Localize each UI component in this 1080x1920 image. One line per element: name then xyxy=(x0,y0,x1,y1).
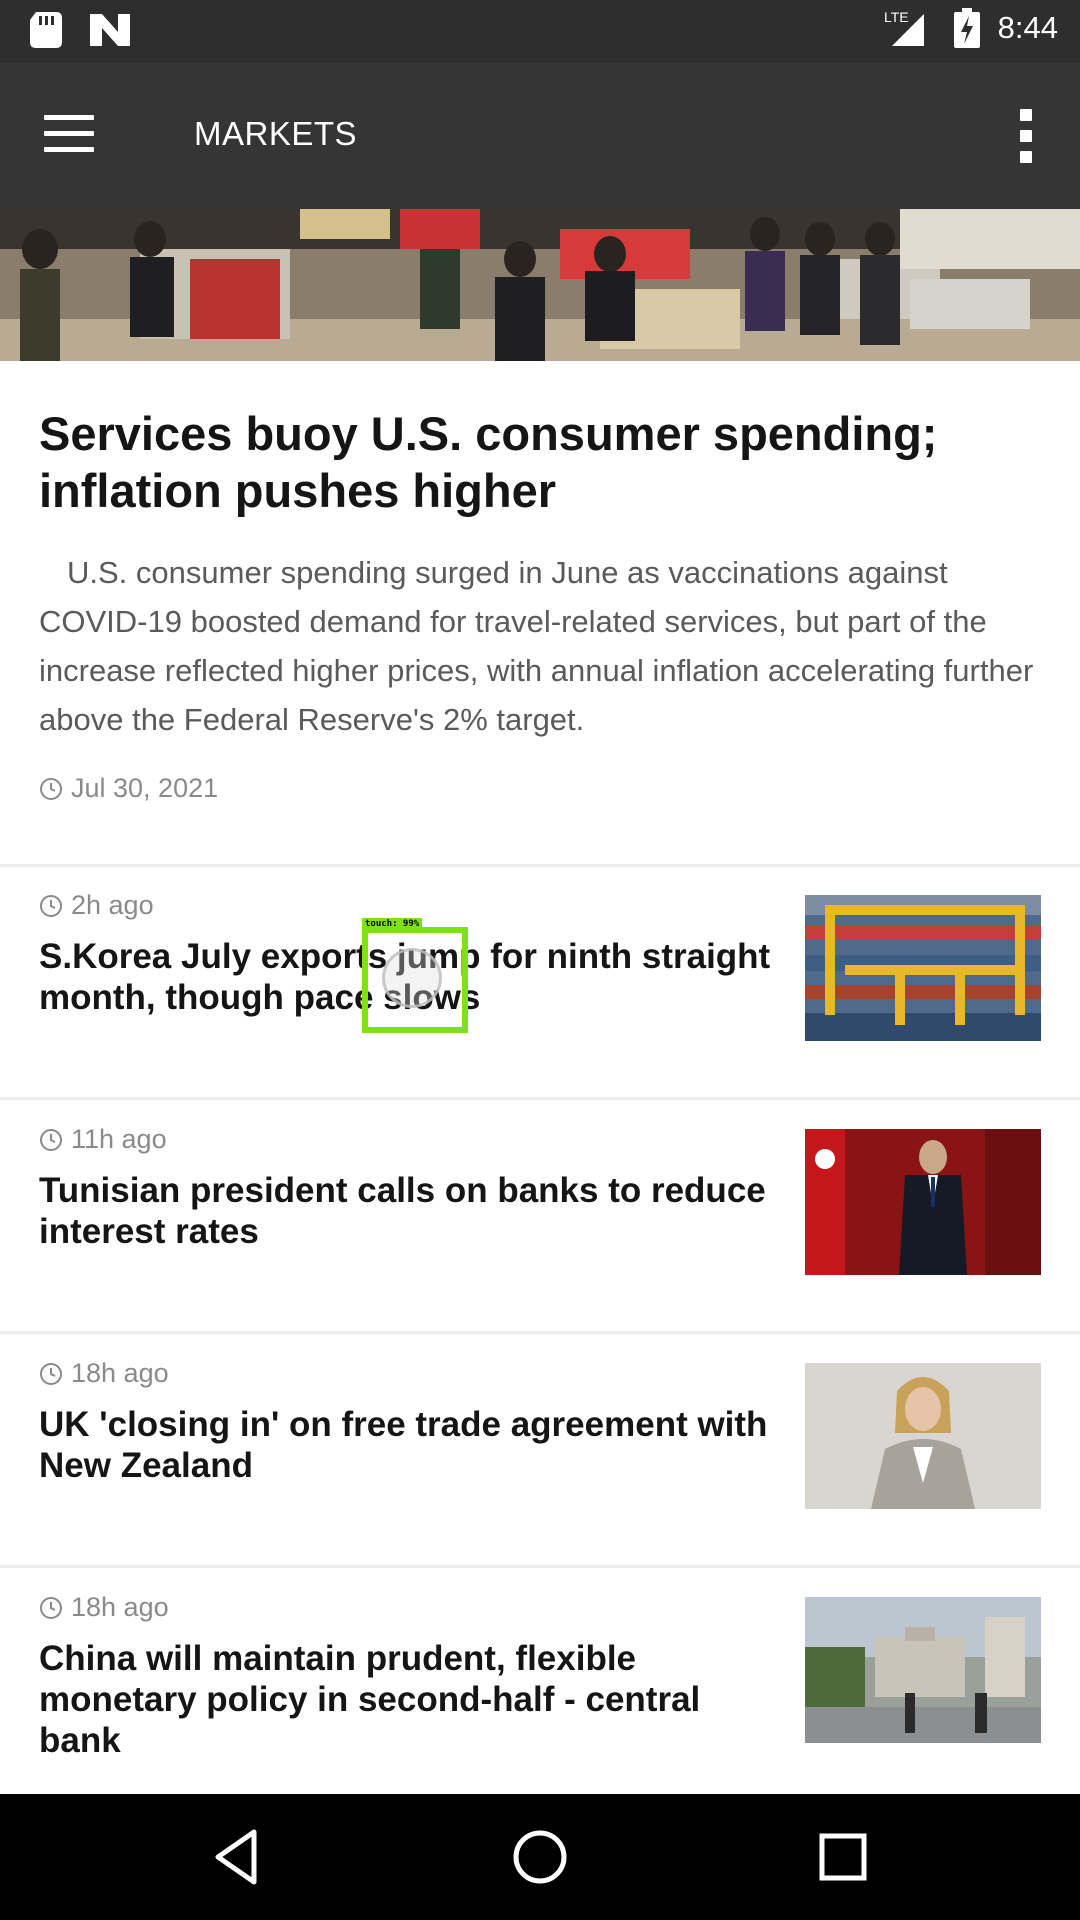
recents-icon[interactable] xyxy=(810,1824,876,1890)
sd-card-icon xyxy=(30,12,62,48)
svg-text:LTE: LTE xyxy=(884,9,909,25)
article-headline[interactable]: China will maintain prudent, flexible mo… xyxy=(39,1638,779,1761)
navigation-bar xyxy=(0,1794,1080,1920)
status-time: 8:44 xyxy=(997,10,1058,45)
hero-date-text: Jul 30, 2021 xyxy=(71,773,219,803)
article-time: 11h ago xyxy=(39,1124,167,1155)
lte-signal-icon: LTE xyxy=(884,9,924,46)
hero-summary: U.S. consumer spending surged in June as… xyxy=(39,555,1034,737)
list-item[interactable]: 2h ago S.Korea July exports jump for nin… xyxy=(0,890,1080,1090)
article-time-text: 18h ago xyxy=(71,1592,169,1622)
more-options-button[interactable] xyxy=(1016,109,1036,163)
article-time: 18h ago xyxy=(39,1358,169,1389)
menu-button[interactable] xyxy=(44,115,100,155)
article-time: 18h ago xyxy=(39,1592,169,1623)
hero-headline[interactable]: Services buoy U.S. consumer spending; in… xyxy=(39,405,1039,519)
list-item[interactable]: 18h ago UK 'closing in' on free trade ag… xyxy=(0,1358,1080,1558)
touch-indicator xyxy=(382,948,442,1008)
article-headline[interactable]: Tunisian president calls on banks to red… xyxy=(39,1170,779,1252)
article-thumbnail[interactable] xyxy=(805,1363,1041,1509)
clock-icon xyxy=(40,1596,62,1619)
battery-charging-icon xyxy=(953,8,980,48)
hero-image[interactable] xyxy=(0,209,1080,361)
clock-icon xyxy=(40,1362,62,1385)
back-icon[interactable] xyxy=(204,1824,270,1890)
home-icon[interactable] xyxy=(507,1824,573,1890)
list-item[interactable]: 18h ago China will maintain prudent, fle… xyxy=(0,1592,1080,1792)
page-title: MARKETS xyxy=(194,115,358,152)
app-bar: MARKETS xyxy=(0,63,1080,209)
hero-date: Jul 30, 2021 xyxy=(39,773,218,804)
article-time-text: 11h ago xyxy=(71,1124,167,1154)
article-time-text: 2h ago xyxy=(71,890,154,920)
article-time-text: 18h ago xyxy=(71,1358,169,1388)
article-thumbnail[interactable] xyxy=(805,1597,1041,1743)
divider xyxy=(0,1331,1080,1334)
article-thumbnail[interactable] xyxy=(805,895,1041,1041)
divider xyxy=(0,864,1080,867)
article-time: 2h ago xyxy=(39,890,154,921)
clock-icon xyxy=(40,894,62,917)
article-thumbnail[interactable] xyxy=(805,1129,1041,1275)
divider xyxy=(0,1097,1080,1100)
clock-icon xyxy=(40,1128,62,1151)
article-headline[interactable]: UK 'closing in' on free trade agreement … xyxy=(39,1404,779,1486)
n-app-icon xyxy=(90,14,130,46)
divider xyxy=(0,1565,1080,1568)
clock-icon xyxy=(40,777,62,800)
status-bar: LTE 8:44 xyxy=(0,0,1080,63)
list-item[interactable]: 11h ago Tunisian president calls on bank… xyxy=(0,1124,1080,1324)
